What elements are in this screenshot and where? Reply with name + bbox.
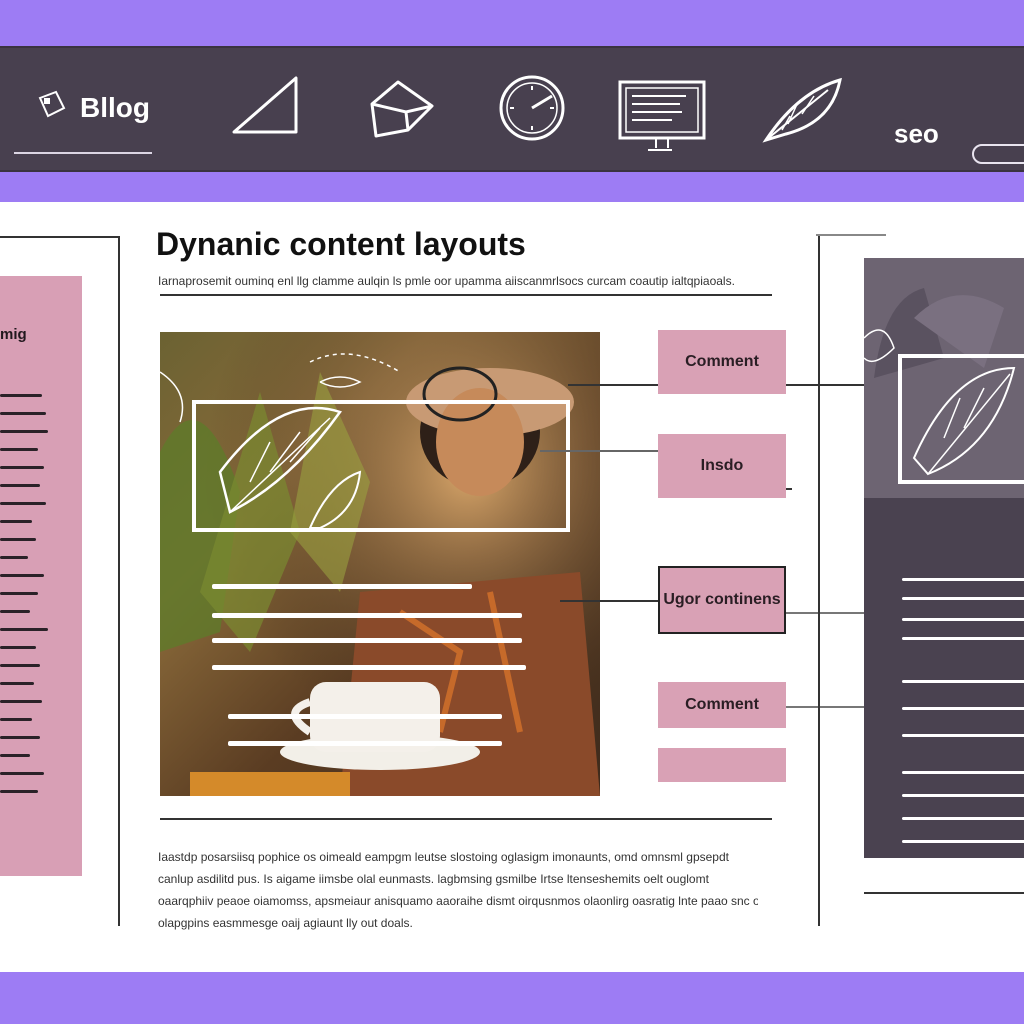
brand-underline — [14, 152, 152, 154]
monitor-icon[interactable] — [616, 72, 708, 156]
left-guide-vertical — [118, 236, 120, 926]
body-text-line: Iaastdp posarsiisq pophice os oimeald ea… — [158, 850, 729, 864]
body-text-line: oaarqphiiv peaoe oiamomss, apsmeiaur ani… — [158, 894, 758, 908]
right-preview-panel — [864, 258, 1024, 858]
seo-search-input[interactable] — [972, 144, 1024, 164]
page-subtitle: Iarnaprosemit ouminq enl llg clamme aulq… — [158, 274, 735, 288]
main-canvas: mig Dynanic content layouts Iarnaprosemi… — [0, 202, 1024, 972]
connector-line — [560, 600, 660, 602]
left-guide-top — [0, 236, 120, 238]
right-panel-illustration — [864, 258, 1024, 498]
left-panel-label: mig — [0, 326, 27, 343]
cube-icon[interactable] — [362, 72, 442, 156]
comment-button[interactable]: Comment — [658, 330, 786, 394]
brand[interactable]: Bllog — [36, 86, 150, 130]
left-sidebar-panel: mig — [0, 276, 82, 876]
right-text-lines — [902, 578, 1024, 843]
top-navigation-bar: Bllog seo — [0, 46, 1024, 172]
clock-icon[interactable] — [492, 72, 572, 156]
seo-label[interactable]: seo — [894, 119, 939, 150]
triangle-icon[interactable] — [228, 72, 308, 156]
brand-name: Bllog — [80, 92, 150, 123]
user-contents-button[interactable]: Ugor continens — [658, 566, 786, 634]
comment-button[interactable]: Comment — [658, 682, 786, 728]
body-text: Iaastdp posarsiisq pophice os oimeald ea… — [158, 846, 758, 934]
left-text-lines — [0, 394, 50, 808]
hero-image — [160, 332, 600, 796]
info-button[interactable]: Insdo — [658, 434, 786, 498]
right-divider — [864, 892, 1024, 894]
right-guide-top — [816, 234, 886, 236]
page-title: Dynanic content layouts — [156, 226, 526, 262]
empty-button[interactable] — [658, 748, 786, 782]
title-divider — [160, 294, 772, 296]
doc-icon — [36, 88, 70, 129]
hero-text-lines — [212, 584, 532, 746]
body-text-line: olapgpins easmmesge oaij agiaunt lly out… — [158, 916, 413, 930]
body-text-line: canlup asdilitd pus. Is aigame iimsbe ol… — [158, 872, 709, 886]
leaf-icon[interactable] — [758, 72, 846, 156]
connector-line — [786, 706, 876, 708]
content-divider — [160, 818, 772, 820]
right-guide-vertical — [818, 236, 820, 926]
